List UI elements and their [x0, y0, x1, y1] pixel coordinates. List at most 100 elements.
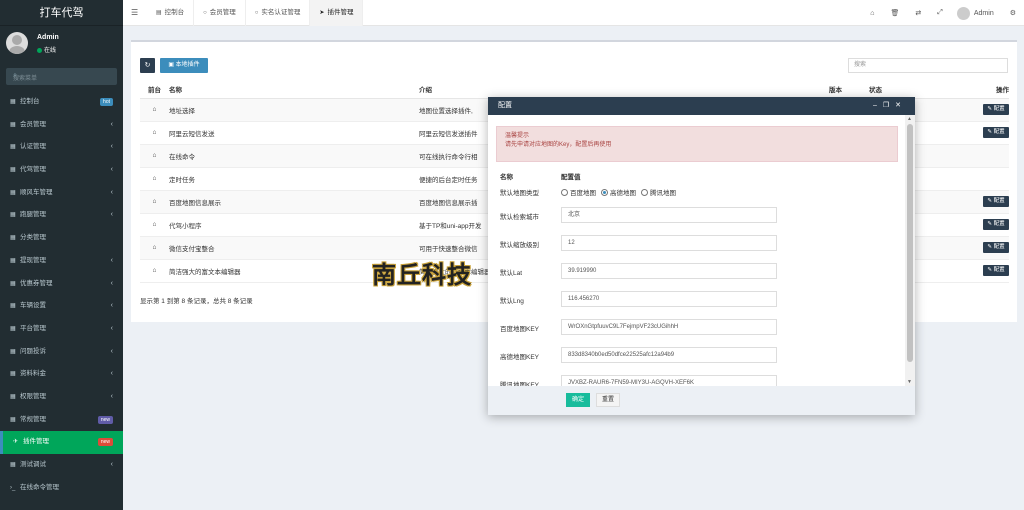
tab-0[interactable]: ▤ 控制台 [147, 0, 195, 26]
config-button[interactable]: ✎ 配置 [983, 196, 1009, 207]
config-button[interactable]: ✎ 配置 [983, 219, 1009, 230]
sidebar-item-6[interactable]: ▦ 分类管理 [0, 227, 123, 250]
plugin-search-input[interactable]: 搜索 [848, 58, 1008, 73]
modal-body: 温馨提示 请先申请对应地图的Key，配置后再使用 名称 配置值 默认地图类型 百度… [488, 115, 905, 386]
sidebar-item-12[interactable]: ▦ 资料料金 ‹ [0, 363, 123, 386]
home-icon[interactable]: ⌂ [140, 190, 169, 214]
modal-scrollbar[interactable]: ▲ ▼ [905, 115, 915, 386]
radio-label[interactable]: 百度地图 [570, 190, 596, 197]
modal-header: 配置 –❐✕ [488, 97, 915, 115]
sidebar-item-15[interactable]: ✈ 插件管理 new [0, 431, 123, 454]
home-icon[interactable]: ⌂ [870, 10, 874, 17]
local-plugin-button[interactable]: ▣ 本地插件 [160, 58, 208, 73]
scroll-down-icon[interactable]: ▼ [907, 379, 912, 385]
sidebar-item-10[interactable]: ▦ 平台管理 ‹ [0, 318, 123, 341]
sidebar-item-5[interactable]: ▦ 跑腿管理 ‹ [0, 204, 123, 227]
config-input[interactable]: 北京 [561, 207, 777, 223]
topbar-avatar[interactable] [956, 6, 970, 20]
radio-2[interactable] [641, 188, 648, 196]
radio-label[interactable]: 高德地图 [610, 190, 636, 197]
translate-icon[interactable]: ⇄ [915, 9, 921, 17]
maximize-icon[interactable]: ❐ [883, 102, 895, 109]
config-button[interactable]: ✎ 配置 [983, 127, 1009, 138]
home-icon[interactable]: ⌂ [140, 213, 169, 237]
search-icon[interactable]: ⌕ [13, 72, 111, 80]
sidebar-item-17[interactable]: ›_ 在线命令管理 [0, 477, 123, 500]
admin-name[interactable]: Admin [974, 10, 994, 17]
tab-label: 插件管理 [327, 9, 354, 16]
home-icon[interactable]: ⌂ [140, 259, 169, 283]
sidebar-item-2[interactable]: ▦ 认证管理 ‹ [0, 136, 123, 159]
trash-icon[interactable]: 🗑 [891, 9, 900, 17]
chevron-left-icon: ‹ [110, 302, 113, 310]
sidebar-item-13[interactable]: ▦ 权限管理 ‹ [0, 386, 123, 409]
confirm-button[interactable]: 确定 [566, 393, 590, 407]
tab-1[interactable]: ○ 会员管理 [194, 0, 246, 26]
close-icon[interactable]: ✕ [895, 102, 907, 109]
refresh-button[interactable]: ↻ [140, 58, 155, 73]
config-button[interactable]: ✎ 配置 [983, 104, 1009, 115]
field-label: 默认检索城市 [500, 214, 539, 221]
config-input[interactable]: 39.919990 [561, 263, 777, 279]
sidebar-search-input[interactable]: 搜索菜单 ⌕ [6, 68, 117, 85]
col-intro[interactable]: 介绍 [419, 81, 829, 99]
reset-button[interactable]: 重置 [596, 393, 620, 407]
online-dot-icon [37, 47, 42, 53]
nav-tabs: ▤ 控制台 ○ 会员管理 ○ 实名认证管理 ➤ 插件管理 [147, 0, 364, 26]
field-label: 默认Lng [500, 298, 524, 305]
cog-icon: ▦ [10, 303, 16, 310]
sidebar-item-4[interactable]: ▦ 顺风车管理 ‹ [0, 182, 123, 205]
radio-1[interactable] [601, 188, 608, 196]
sidebar-item-0[interactable]: ▦ 控制台 hot [0, 91, 123, 114]
field-label: 默认缩放级别 [500, 242, 539, 249]
config-input[interactable]: 833d8340b0ed50dfce22525afc12a94b9 [561, 347, 777, 363]
sidebar: 打车代驾 Admin 在线 搜索菜单 ⌕ ▦ 控制台 hot ▦ 会员管理 ‹ ▦ 认证管理 ‹… [0, 0, 123, 510]
watermark-logo: 南丘科技 [372, 260, 472, 289]
home-icon[interactable]: ⌂ [140, 121, 169, 145]
plugin-actions: ✎ 配置 [974, 121, 1009, 145]
table-header-row: 前台 名称 介绍 版本 状态 操作 [140, 81, 1009, 99]
tab-2[interactable]: ○ 实名认证管理 [246, 0, 311, 26]
col-status[interactable]: 状态 [869, 81, 974, 99]
tab-3[interactable]: ➤ 插件管理 [310, 0, 364, 26]
home-icon[interactable]: ⌂ [140, 236, 169, 260]
config-input[interactable]: 116.456270 [561, 291, 777, 307]
sidebar-item-3[interactable]: ▦ 代驾管理 ‹ [0, 159, 123, 182]
sidebar-item-9[interactable]: ▦ 车辆设置 ‹ [0, 295, 123, 318]
sidebar-item-1[interactable]: ▦ 会员管理 ‹ [0, 114, 123, 137]
radio-label[interactable]: 腾讯地图 [650, 190, 676, 197]
list-icon: ▦ [10, 235, 16, 242]
plugin-name: 阿里云短信发送 [169, 121, 419, 145]
col-name[interactable]: 名称 [169, 81, 419, 99]
plugin-actions [974, 144, 1009, 168]
fullscreen-icon[interactable]: ⤢ [937, 9, 943, 17]
home-icon[interactable]: ⌂ [140, 167, 169, 191]
sidebar-item-7[interactable]: ▦ 提现管理 ‹ [0, 250, 123, 273]
menu-toggle-icon[interactable]: ☰ [131, 8, 138, 17]
config-input[interactable]: JVXBZ-RAUR6-7FN59-MIY3U-AGQVH-XEF6K [561, 375, 777, 386]
sidebar-item-16[interactable]: ▦ 测试调试 ‹ [0, 454, 123, 477]
scroll-thumb[interactable] [907, 124, 913, 362]
home-icon[interactable]: ⌂ [140, 144, 169, 168]
gears-icon[interactable]: ⚙ [1010, 9, 1016, 17]
brand-title[interactable]: 打车代驾 [0, 0, 123, 26]
sidebar-item-label: 车辆设置 [20, 302, 46, 310]
config-button[interactable]: ✎ 配置 [983, 265, 1009, 276]
sidebar-item-label: 优惠券管理 [20, 279, 53, 287]
rocket-icon: ✈ [13, 439, 19, 446]
config-button[interactable]: ✎ 配置 [983, 242, 1009, 253]
sidebar-item-14[interactable]: ▦ 常规管理 new [0, 409, 123, 432]
radio-0[interactable] [561, 188, 568, 196]
scroll-up-icon[interactable]: ▲ [907, 116, 912, 122]
sidebar-item-label: 分类管理 [20, 234, 46, 242]
config-input[interactable]: WrOXnGtpfuuvC9L7FejmpVF23cUGihhH [561, 319, 777, 335]
col-frontend[interactable]: 前台 [140, 81, 169, 99]
plugin-actions: ✎ 配置 [974, 98, 1009, 122]
col-version[interactable]: 版本 [829, 81, 869, 99]
sidebar-item-8[interactable]: ▦ 优惠券管理 ‹ [0, 273, 123, 296]
sidebar-item-label: 测试调试 [20, 461, 46, 468]
minimize-icon[interactable]: – [873, 102, 883, 109]
sidebar-item-11[interactable]: ▦ 问题投诉 ‹ [0, 341, 123, 364]
home-icon[interactable]: ⌂ [140, 98, 169, 122]
config-input[interactable]: 12 [561, 235, 777, 251]
